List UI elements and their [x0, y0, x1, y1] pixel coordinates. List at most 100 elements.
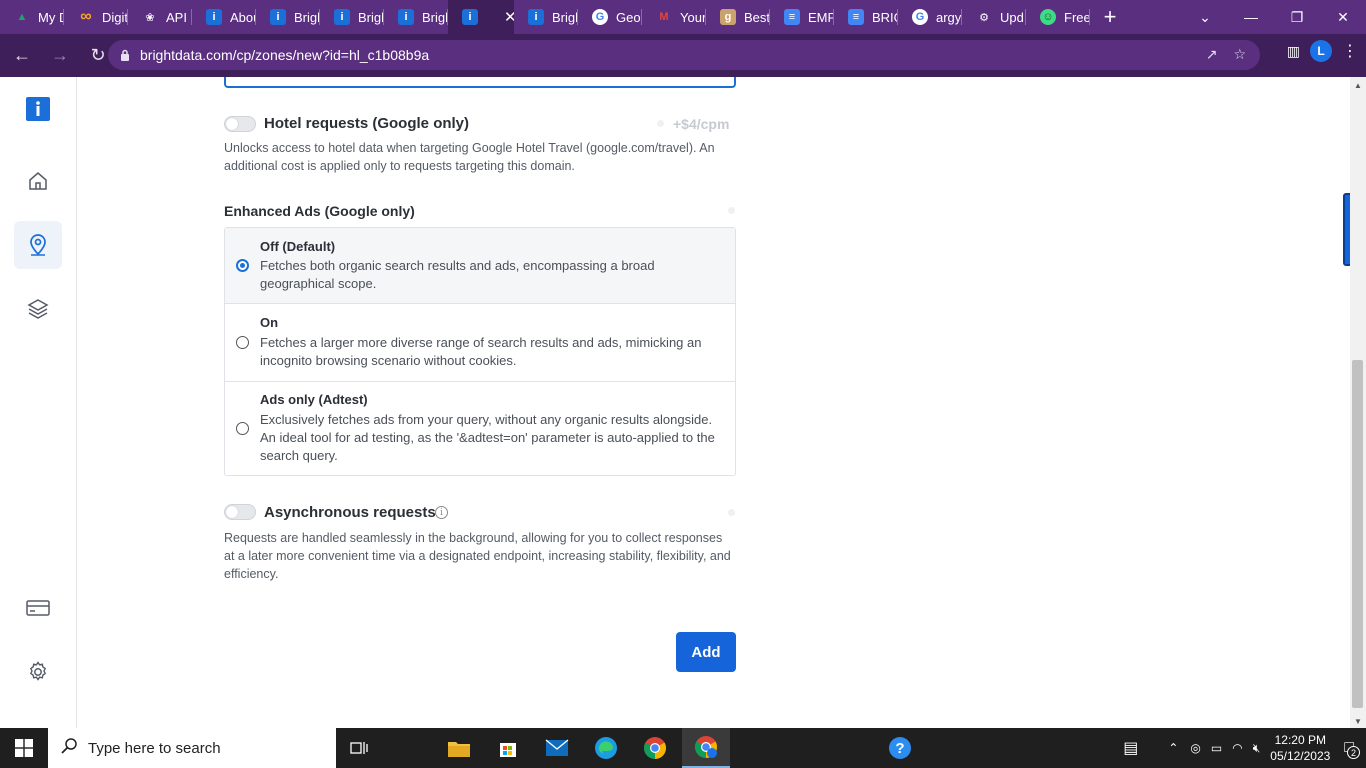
close-tab-icon[interactable]: ✕: [504, 8, 514, 26]
browser-tab[interactable]: i Bright: [514, 0, 578, 34]
taskbar-search-box[interactable]: Type here to search: [48, 728, 336, 768]
tab-separator: [1089, 9, 1090, 25]
side-panel-icon[interactable]: ▥: [1287, 43, 1300, 60]
layers-icon[interactable]: [14, 285, 62, 333]
google-icon: G: [592, 9, 608, 25]
windows-start-icon[interactable]: [0, 728, 48, 768]
browser-tab[interactable]: ❀ API: [128, 0, 192, 34]
proxies-location-icon[interactable]: [14, 221, 62, 269]
browser-tab[interactable]: ≡ BRIG: [834, 0, 898, 34]
forward-button[interactable]: →: [44, 40, 76, 72]
browser-tab[interactable]: ☺ Free: [1026, 0, 1090, 34]
show-hidden-icons-icon[interactable]: ⌃: [1168, 741, 1178, 755]
android-icon: ☺: [1040, 9, 1056, 25]
previous-input-field[interactable]: [224, 77, 736, 88]
restore-button[interactable]: ❐: [1274, 0, 1320, 34]
brightdata-logo-icon[interactable]: [14, 85, 62, 133]
tab-search-icon[interactable]: ⌄: [1182, 0, 1228, 34]
radio-off[interactable]: [236, 259, 249, 272]
brightdata-icon: i: [398, 9, 414, 25]
microsoft-store-icon[interactable]: [484, 728, 532, 768]
url-text: brightdata.com/cp/zones/new?id=hl_c1b08b…: [140, 47, 430, 63]
tab-title: BRIG: [872, 9, 898, 25]
brightdata-icon: i: [206, 9, 222, 25]
tab-title: Digital: [102, 9, 128, 25]
brightdata-icon: i: [334, 9, 350, 25]
chrome-profile-icon[interactable]: [682, 728, 730, 768]
news-widget-icon[interactable]: ▤: [1123, 738, 1138, 758]
tab-title: Bright: [294, 9, 320, 25]
hotel-requests-toggle[interactable]: [224, 116, 256, 132]
mail-icon[interactable]: [533, 728, 581, 768]
location-icon[interactable]: ◎: [1190, 741, 1200, 755]
tab-title: Your: [680, 9, 706, 25]
browser-tab[interactable]: M Your: [642, 0, 706, 34]
option-description: Fetches both organic search results and …: [260, 258, 655, 291]
option-title: Off (Default): [260, 239, 336, 254]
task-view-icon[interactable]: [336, 728, 384, 768]
infinity-icon: ∞: [80, 8, 92, 25]
browser-tab[interactable]: G Geo: [578, 0, 642, 34]
browser-tab[interactable]: ≡ EMP: [770, 0, 834, 34]
enhanced-ads-option-on[interactable]: On Fetches a larger more diverse range o…: [225, 305, 735, 382]
address-bar[interactable]: brightdata.com/cp/zones/new?id=hl_c1b08b…: [108, 40, 1260, 70]
brightdata-icon: i: [270, 9, 286, 25]
billing-card-icon[interactable]: [14, 584, 62, 632]
browser-tab[interactable]: i ✕: [448, 0, 514, 34]
browser-tab[interactable]: i About: [192, 0, 256, 34]
tab-title: Bright: [422, 9, 448, 25]
radio-on[interactable]: [236, 336, 249, 349]
new-tab-button[interactable]: +: [1090, 0, 1130, 34]
minimize-button[interactable]: —: [1228, 0, 1274, 34]
scroll-down-arrow-icon[interactable]: ▼: [1354, 717, 1362, 726]
async-indicator: [728, 509, 735, 516]
enhanced-ads-option-off[interactable]: Off (Default) Fetches both organic searc…: [225, 228, 735, 304]
hotel-price-indicator: [657, 120, 664, 127]
tab-title: EMP: [808, 9, 834, 25]
radio-adtest[interactable]: [236, 422, 249, 435]
volume-muted-icon[interactable]: 🔇︎: [1253, 741, 1261, 756]
browser-tab[interactable]: i Bright: [320, 0, 384, 34]
help-icon[interactable]: ?: [876, 728, 924, 768]
back-button[interactable]: ←: [6, 40, 38, 72]
bookmark-star-icon[interactable]: ☆: [1233, 46, 1246, 63]
wifi-icon[interactable]: ◠: [1232, 741, 1242, 755]
chrome-icon[interactable]: [631, 728, 679, 768]
browser-tab[interactable]: ▲ My Drive: [0, 0, 64, 34]
google-icon: G: [912, 9, 928, 25]
browser-tab[interactable]: ∞ Digital: [64, 0, 128, 34]
share-icon[interactable]: ↗: [1206, 46, 1218, 63]
home-icon[interactable]: [14, 157, 62, 205]
browser-menu-icon[interactable]: ⋮: [1342, 41, 1358, 61]
tab-title: Bright: [552, 9, 578, 25]
browser-tab[interactable]: Gargy: [898, 0, 962, 34]
settings-gear-icon[interactable]: [14, 648, 62, 696]
file-explorer-icon[interactable]: [435, 728, 483, 768]
battery-icon[interactable]: ▭: [1211, 741, 1222, 755]
browser-toolbar: ← → ↻ brightdata.com/cp/zones/new?id=hl_…: [0, 34, 1366, 77]
option-description: Exclusively fetches ads from your query,…: [260, 412, 715, 463]
clock[interactable]: 12:20 PM 05/12/2023: [1270, 732, 1330, 764]
browser-tab[interactable]: ⚙ Upd: [962, 0, 1026, 34]
grammarly-icon: g: [720, 9, 736, 25]
edge-browser-icon[interactable]: [582, 728, 630, 768]
hotel-requests-description: Unlocks access to hotel data when target…: [224, 141, 715, 173]
browser-tab[interactable]: g Best: [706, 0, 770, 34]
profile-avatar[interactable]: L: [1310, 40, 1332, 62]
scroll-up-arrow-icon[interactable]: ▲: [1354, 81, 1362, 90]
tab-title: Best: [744, 9, 770, 25]
browser-tab[interactable]: i Bright: [256, 0, 320, 34]
close-window-button[interactable]: ✕: [1320, 0, 1366, 34]
scrollbar-thumb[interactable]: [1352, 360, 1363, 708]
async-requests-toggle[interactable]: [224, 504, 256, 520]
enhanced-ads-label: Enhanced Ads (Google only): [224, 203, 415, 219]
browser-tab[interactable]: i Bright: [384, 0, 448, 34]
notifications-icon[interactable]: □ 2: [1344, 739, 1360, 759]
clock-date: 05/12/2023: [1270, 749, 1331, 763]
add-button[interactable]: Add: [676, 632, 736, 672]
tab-title: My Drive: [38, 9, 64, 25]
info-icon[interactable]: i: [435, 506, 448, 519]
enhanced-ads-option-adtest[interactable]: Ads only (Adtest) Exclusively fetches ad…: [225, 382, 735, 475]
page-scrollbar[interactable]: ▲ ▼: [1350, 77, 1366, 728]
zone-settings-form: Hotel requests (Google only) +$4/cpm Unl…: [77, 77, 1350, 728]
